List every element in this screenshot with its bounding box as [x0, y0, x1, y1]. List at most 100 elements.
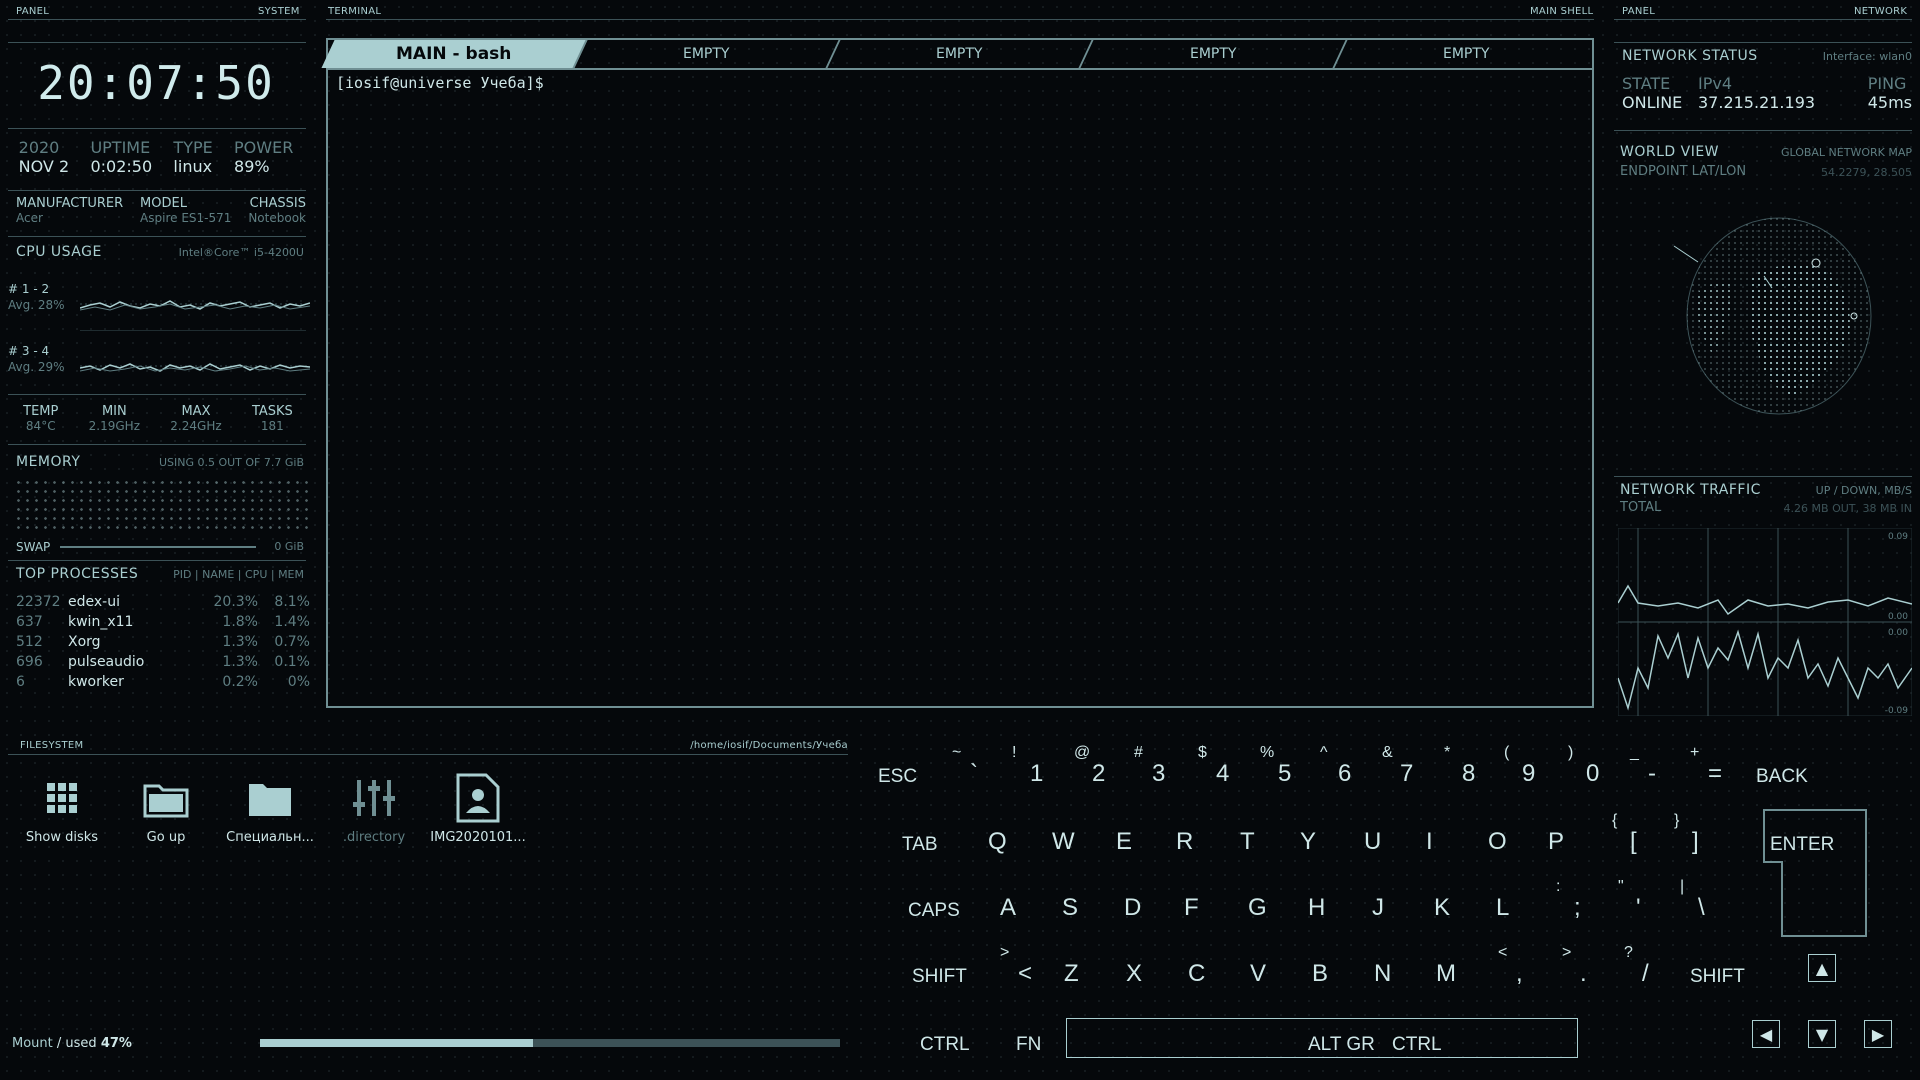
tab-main-bash[interactable]: MAIN - bash [321, 40, 588, 68]
grid-icon [10, 770, 114, 826]
key-b[interactable]: B [1312, 940, 1368, 1000]
temp-value: 84°C [25, 419, 56, 433]
key-6[interactable]: 6 ^ [1318, 740, 1374, 800]
key-x[interactable]: X [1126, 940, 1182, 1000]
key-k[interactable]: K [1434, 874, 1490, 934]
key-4[interactable]: 4 $ [1196, 740, 1252, 800]
key-2[interactable]: 2 @ [1072, 740, 1128, 800]
tab-empty-2[interactable]: EMPTY [827, 40, 1095, 68]
key-sym1[interactable]: < > [998, 940, 1054, 1000]
key-h[interactable]: H [1308, 874, 1364, 934]
key-j[interactable]: J [1372, 874, 1428, 934]
key-sym12[interactable]: ]} [1672, 808, 1728, 868]
key-r[interactable]: R [1176, 808, 1232, 868]
traffic-title: NETWORK TRAFFIC [1620, 482, 1761, 498]
key-sym12[interactable]: \ | [1678, 874, 1734, 934]
key-sym11[interactable]: [{ [1610, 808, 1666, 868]
spacebar[interactable] [1066, 1018, 1578, 1058]
tab-empty-3[interactable]: EMPTY [1081, 40, 1348, 68]
mount-label: Mount [12, 1036, 53, 1051]
globe-map [1673, 217, 1872, 415]
key-5[interactable]: 5% [1258, 740, 1314, 800]
arrow-down-key[interactable]: ▼ [1808, 1020, 1836, 1048]
key-s[interactable]: S [1062, 874, 1118, 934]
max-value: 2.24GHz [170, 419, 222, 433]
key-l[interactable]: L [1496, 874, 1552, 934]
key-0[interactable]: 0) [1566, 740, 1622, 800]
process-row[interactable]: 6 kworker 0.2% 0% [16, 674, 312, 690]
terminal-prompt[interactable]: [iosif@universe Учеба]$ [336, 74, 544, 92]
network-interface: Interface: wlan0 [1822, 50, 1912, 63]
memory-grid [14, 478, 310, 530]
key-q[interactable]: Q [988, 808, 1044, 868]
key-w[interactable]: W [1052, 808, 1108, 868]
key-back[interactable]: BACK [1756, 740, 1836, 800]
key-d[interactable]: D [1124, 874, 1180, 934]
total-value: 4.26 MB OUT, 38 MB IN [1783, 502, 1912, 515]
key-sym13[interactable]: = + [1688, 740, 1744, 800]
key-o[interactable]: O [1488, 808, 1544, 868]
network-panel: NETWORK STATUS Interface: wlan0 STATE ON… [1614, 38, 1912, 718]
min-value: 2.19GHz [88, 419, 140, 433]
main-shell-header: MAIN SHELL [1530, 6, 1594, 17]
key-y[interactable]: Y [1300, 808, 1356, 868]
arrow-left-key[interactable]: ◀ [1752, 1020, 1780, 1048]
cpu-stats: TEMP 84°C MIN 2.19GHz MAX 2.24GHz TASKS 181 [8, 404, 308, 433]
disk-usage-fill [260, 1039, 533, 1047]
key-t[interactable]: T [1240, 808, 1296, 868]
go-up-item[interactable]: Go up [114, 770, 218, 845]
show-disks-item[interactable]: Show disks [10, 770, 114, 845]
key-tab[interactable]: TAB [902, 808, 982, 868]
key-7[interactable]: 7 & [1380, 740, 1436, 800]
key-a[interactable]: A [1000, 874, 1056, 934]
key-i[interactable]: I [1426, 808, 1482, 868]
key-1[interactable]: 1! [1010, 740, 1066, 800]
traffic-units: UP / DOWN, MB/S [1815, 484, 1912, 497]
key-sym1[interactable]: ` ~ [950, 740, 1006, 800]
key-sym12[interactable]: - _ [1628, 740, 1684, 800]
key-e[interactable]: E [1116, 808, 1172, 868]
key-m[interactable]: M [1436, 940, 1492, 1000]
year: 2020 [18, 138, 60, 157]
directory-file-item[interactable]: .directory [322, 770, 426, 845]
key-caps[interactable]: CAPS [908, 874, 988, 934]
folder-item[interactable]: Специальн... [218, 770, 322, 845]
arrow-up-key[interactable]: ▲ [1808, 954, 1836, 982]
process-row[interactable]: 696 pulseaudio 1.3% 0.1% [16, 654, 312, 670]
key-sym9[interactable]: , < [1496, 940, 1552, 1000]
key-sym10[interactable]: ;: [1554, 874, 1610, 934]
key-sym10[interactable]: . > [1560, 940, 1616, 1000]
process-row[interactable]: 22372 edex-ui 20.3% 8.1% [16, 594, 312, 610]
type-label: TYPE [173, 138, 213, 157]
key-8[interactable]: 8 * [1442, 740, 1498, 800]
process-row[interactable]: 637 kwin_x11 1.8% 1.4% [16, 614, 312, 630]
key-p[interactable]: P [1548, 808, 1604, 868]
tab-empty-4[interactable]: EMPTY [1334, 40, 1598, 68]
key-z[interactable]: Z [1064, 940, 1120, 1000]
key-sym11[interactable]: ' " [1616, 874, 1672, 934]
panel-left-header: PANEL [16, 6, 50, 17]
system-info-row: 2020 NOV 2 UPTIME 0:02:50 TYPE linux POWER 8… [8, 138, 304, 176]
key-g[interactable]: G [1248, 874, 1304, 934]
key-9[interactable]: 9( [1502, 740, 1558, 800]
key-v[interactable]: V [1250, 940, 1306, 1000]
key-3[interactable]: 3 # [1132, 740, 1188, 800]
key-shift[interactable]: SHIFT [912, 940, 992, 1000]
key-esc[interactable]: ESC [878, 740, 958, 800]
key-shift[interactable]: SHIFT [1690, 940, 1770, 1000]
key-sym11[interactable]: /? [1622, 940, 1678, 1000]
type-value: linux [173, 157, 213, 176]
world-view-sub: GLOBAL NETWORK MAP [1780, 146, 1912, 159]
folder-up-icon [114, 770, 218, 826]
arrow-right-key[interactable]: ▶ [1864, 1020, 1892, 1048]
key-u[interactable]: U [1364, 808, 1420, 868]
terminal-window[interactable]: MAIN - bash EMPTY EMPTY EMPTY EMPTY [ios… [321, 38, 1594, 708]
manufacturer: Acer [16, 211, 43, 225]
image-file-item[interactable]: IMG2020101... [426, 770, 530, 845]
process-row[interactable]: 512 Xorg 1.3% 0.7% [16, 634, 312, 650]
tab-empty-1[interactable]: EMPTY [574, 40, 841, 68]
key-f[interactable]: F [1184, 874, 1240, 934]
key-c[interactable]: C [1188, 940, 1244, 1000]
key-ctrl[interactable]: CTRL [920, 1008, 1000, 1068]
key-n[interactable]: N [1374, 940, 1430, 1000]
